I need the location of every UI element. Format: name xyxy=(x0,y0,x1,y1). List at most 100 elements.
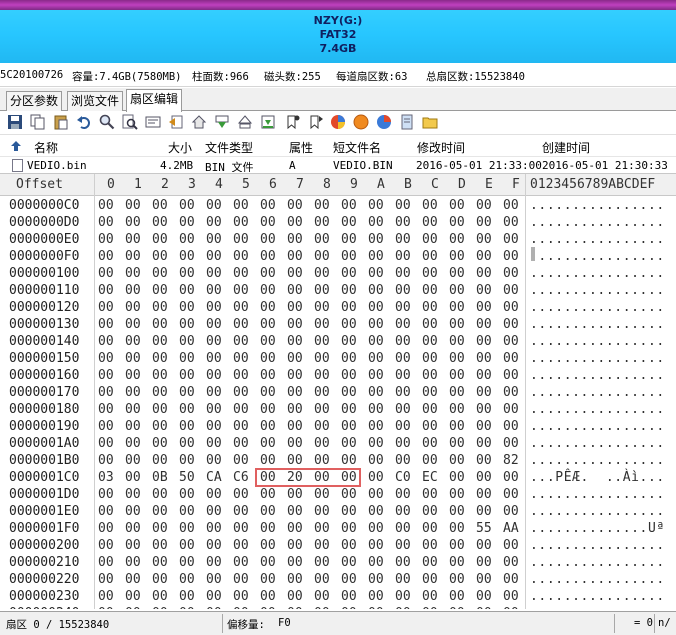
hex-byte[interactable]: 00 xyxy=(260,589,276,604)
hex-byte[interactable]: 00 xyxy=(233,487,249,502)
hex-byte[interactable]: 00 xyxy=(125,555,141,570)
hex-byte[interactable]: 00 xyxy=(125,436,141,451)
hex-byte[interactable]: 00 xyxy=(395,589,411,604)
hex-row[interactable]: 0000000D0 00 00 00 00 00 00 00 00 00 00 00 00 00 00 00 0… xyxy=(0,214,676,231)
hex-byte[interactable]: 00 xyxy=(287,300,303,315)
hex-byte[interactable]: 00 xyxy=(98,283,114,298)
hex-row[interactable]: 000000120 00 00 00 00 00 00 00 00 00 00 00 00 00 00 00 0… xyxy=(0,299,676,316)
hex-byte[interactable]: 00 xyxy=(341,606,357,609)
row-ascii[interactable]: ................ xyxy=(530,385,665,400)
hex-byte[interactable]: 00 xyxy=(395,606,411,609)
hex-byte[interactable]: 00 xyxy=(125,572,141,587)
hex-byte[interactable]: 00 xyxy=(341,436,357,451)
hex-byte[interactable]: 00 xyxy=(287,572,303,587)
hex-byte[interactable]: 00 xyxy=(98,334,114,349)
hex-byte[interactable]: 00 xyxy=(449,334,465,349)
hex-byte[interactable]: 00 xyxy=(98,300,114,315)
hex-byte[interactable]: 00 xyxy=(260,198,276,213)
hex-byte[interactable]: 00 xyxy=(287,351,303,366)
tab-partition-params[interactable]: 分区参数 xyxy=(6,91,63,111)
hex-byte[interactable]: 00 xyxy=(179,589,195,604)
hex-byte[interactable]: 00 xyxy=(233,317,249,332)
hex-byte[interactable]: 00 xyxy=(206,215,222,230)
hex-byte[interactable]: 00 xyxy=(98,589,114,604)
hex-byte[interactable]: 00 xyxy=(125,538,141,553)
hex-byte[interactable]: 00 xyxy=(395,521,411,536)
hex-byte[interactable]: 00 xyxy=(152,283,168,298)
hex-byte[interactable]: 00 xyxy=(206,266,222,281)
row-ascii[interactable]: ................ xyxy=(530,589,665,604)
hex-byte[interactable]: 00 xyxy=(206,283,222,298)
hex-byte[interactable]: 00 xyxy=(179,572,195,587)
hex-byte[interactable]: 00 xyxy=(422,436,438,451)
hex-byte[interactable]: 00 xyxy=(287,317,303,332)
hex-byte[interactable]: 00 xyxy=(179,453,195,468)
hex-byte[interactable]: 00 xyxy=(206,589,222,604)
hex-byte[interactable]: 00 xyxy=(206,368,222,383)
hex-byte[interactable]: 00 xyxy=(260,402,276,417)
hex-byte[interactable]: 00 xyxy=(476,436,492,451)
hex-byte[interactable]: 00 xyxy=(449,436,465,451)
hex-byte[interactable]: 00 xyxy=(314,334,330,349)
export-icon[interactable] xyxy=(260,114,276,130)
hex-byte[interactable]: 00 xyxy=(503,368,519,383)
hex-byte[interactable]: 00 xyxy=(476,504,492,519)
hex-byte[interactable]: 00 xyxy=(503,232,519,247)
hex-byte[interactable]: 00 xyxy=(125,521,141,536)
hex-byte[interactable]: 00 xyxy=(287,419,303,434)
hex-byte[interactable]: 00 xyxy=(395,453,411,468)
prev-icon[interactable] xyxy=(237,114,253,130)
file-row[interactable]: VEDIO.bin 4.2MB BIN 文件 A VEDIO.BIN 2016-… xyxy=(0,157,676,172)
hex-byte[interactable]: 00 xyxy=(368,283,384,298)
hex-byte[interactable]: 00 xyxy=(341,334,357,349)
hex-byte[interactable]: 00 xyxy=(260,300,276,315)
hex-byte[interactable]: 00 xyxy=(503,419,519,434)
hex-byte[interactable]: 00 xyxy=(449,266,465,281)
hex-byte[interactable]: 00 xyxy=(179,606,195,609)
hex-byte[interactable]: 00 xyxy=(449,385,465,400)
row-ascii[interactable]: ...PÊÆ. ..Àì... xyxy=(530,470,665,485)
hex-byte[interactable]: 00 xyxy=(395,215,411,230)
hex-byte[interactable]: 00 xyxy=(314,589,330,604)
hex-byte[interactable]: 00 xyxy=(152,453,168,468)
tab-sector-editor[interactable]: 扇区编辑 xyxy=(126,89,183,112)
row-ascii[interactable]: ................ xyxy=(530,487,665,502)
row-ascii[interactable]: ................ xyxy=(530,249,665,264)
hex-byte[interactable]: 00 xyxy=(476,385,492,400)
hex-byte[interactable]: 00 xyxy=(98,232,114,247)
hex-byte[interactable]: 00 xyxy=(422,266,438,281)
hex-byte[interactable]: 00 xyxy=(314,402,330,417)
column-file-type[interactable]: 文件类型 xyxy=(205,139,253,156)
search-icon[interactable] xyxy=(99,114,115,130)
hex-byte[interactable]: 00 xyxy=(449,419,465,434)
copy-icon[interactable] xyxy=(30,114,46,130)
hex-byte[interactable]: 00 xyxy=(476,487,492,502)
hex-byte[interactable]: 00 xyxy=(287,606,303,609)
hex-byte[interactable]: 00 xyxy=(395,572,411,587)
hex-byte[interactable]: 00 xyxy=(368,521,384,536)
hex-byte[interactable]: 00 xyxy=(206,453,222,468)
hex-byte[interactable]: 00 xyxy=(395,266,411,281)
hex-byte[interactable]: 00 xyxy=(260,555,276,570)
hex-byte[interactable]: 03 xyxy=(98,470,114,485)
down-icon[interactable] xyxy=(214,114,230,130)
hex-byte[interactable]: 00 xyxy=(179,215,195,230)
hex-byte[interactable]: 00 xyxy=(422,283,438,298)
hex-byte[interactable]: 00 xyxy=(260,317,276,332)
hex-byte[interactable]: 00 xyxy=(260,385,276,400)
chart-icon[interactable] xyxy=(330,114,346,130)
hex-byte[interactable]: 00 xyxy=(233,232,249,247)
hex-byte[interactable]: 00 xyxy=(395,555,411,570)
hex-byte[interactable]: 00 xyxy=(179,266,195,281)
hex-byte[interactable]: 00 xyxy=(98,215,114,230)
row-ascii[interactable]: ................ xyxy=(530,504,665,519)
hex-byte[interactable]: AA xyxy=(503,521,519,536)
hex-byte[interactable]: 00 xyxy=(179,368,195,383)
hex-byte[interactable]: 00 xyxy=(152,249,168,264)
hex-byte[interactable]: 00 xyxy=(341,453,357,468)
hex-byte[interactable]: 00 xyxy=(206,334,222,349)
hex-byte[interactable]: 00 xyxy=(422,538,438,553)
hex-byte[interactable]: 00 xyxy=(125,249,141,264)
hex-byte[interactable]: 00 xyxy=(287,385,303,400)
hex-byte[interactable]: 00 xyxy=(287,453,303,468)
